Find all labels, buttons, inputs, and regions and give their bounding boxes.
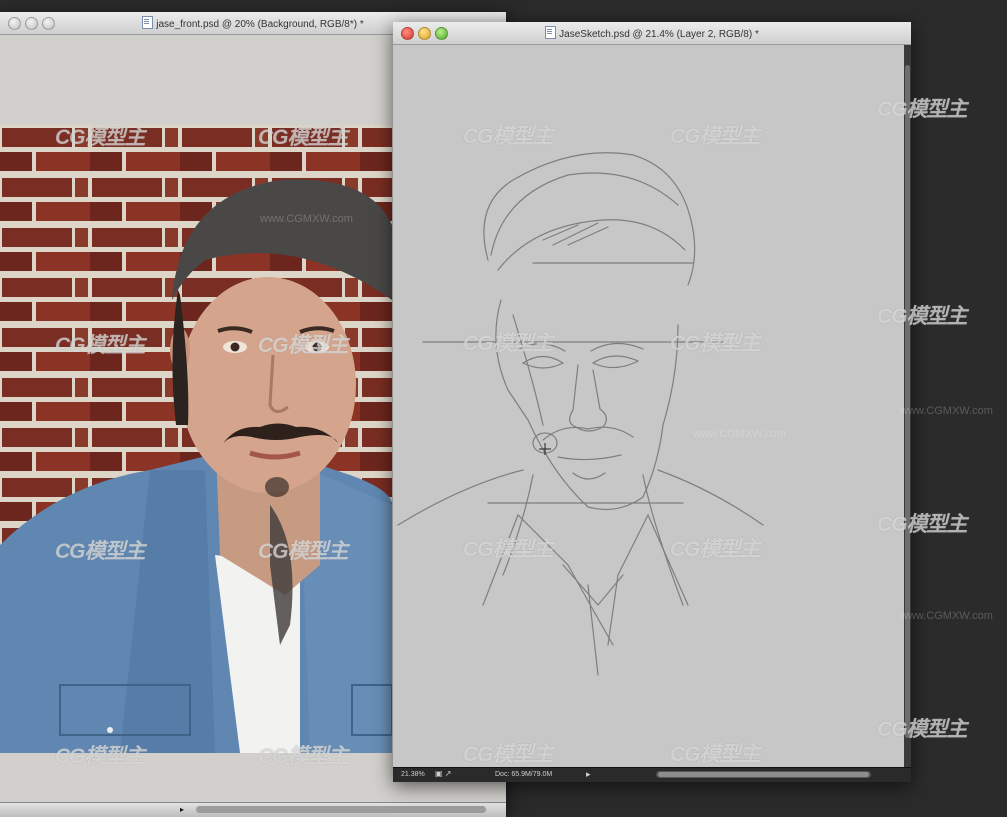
play-arrow-icon[interactable]: ▸: [180, 805, 184, 814]
zoom-level[interactable]: 21.38%: [401, 771, 425, 778]
watermark-logo: CG模型主: [877, 718, 967, 741]
photo-status-bar: ▸: [0, 802, 506, 817]
watermark-logo: CG模型主: [877, 98, 967, 121]
watermark-site: www.CGMXW.com: [693, 428, 786, 440]
sketch-window-titlebar[interactable]: JaseSketch.psd @ 21.4% (Layer 2, RGB/8) …: [393, 22, 911, 45]
watermark-logo: CG模型主: [670, 125, 760, 148]
doc-size[interactable]: Doc: 65.9M/79.0M: [495, 771, 552, 778]
scrollbar-thumb[interactable]: [658, 772, 869, 777]
watermark-logo: CG模型主: [670, 743, 760, 766]
watermark-logo: CG模型主: [877, 305, 967, 328]
watermark-site: www.CGMXW.com: [260, 213, 353, 225]
photo-window-title: jase_front.psd @ 20% (Background, RGB/8*…: [156, 19, 364, 30]
sketch-document-window[interactable]: JaseSketch.psd @ 21.4% (Layer 2, RGB/8) …: [393, 22, 911, 782]
watermark-logo: CG模型主: [258, 126, 348, 149]
watermark-logo: CG模型主: [258, 745, 348, 768]
sketch-window-title: JaseSketch.psd @ 21.4% (Layer 2, RGB/8) …: [559, 29, 759, 40]
watermark-site: www.CGMXW.com: [900, 405, 993, 417]
watermark-logo: CG模型主: [55, 540, 145, 563]
document-icon: [142, 16, 154, 29]
status-icons[interactable]: ▣ ↗: [435, 769, 451, 778]
watermark-logo: CG模型主: [463, 125, 553, 148]
status-menu-arrow-icon[interactable]: ▸: [586, 769, 591, 780]
watermark-logo: CG模型主: [670, 538, 760, 561]
sketch-canvas[interactable]: CG模型主 CG模型主 CG模型主 CG模型主 CG模型主 CG模型主 CG模型…: [393, 45, 904, 768]
watermark-logo: CG模型主: [258, 540, 348, 563]
horizontal-scrollbar[interactable]: [196, 806, 486, 813]
document-icon: [545, 26, 557, 39]
watermark-logo: CG模型主: [877, 513, 967, 536]
watermark-logo: CG模型主: [463, 332, 553, 355]
pencil-sketch: [397, 152, 764, 676]
watermark-logo: CG模型主: [463, 743, 553, 766]
watermark-logo: CG模型主: [55, 126, 145, 149]
scrollbar-thumb[interactable]: [905, 65, 910, 738]
watermark-logo: CG模型主: [670, 332, 760, 355]
sketch-status-bar: 21.38% ▣ ↗ Doc: 65.9M/79.0M ▸: [393, 767, 911, 782]
watermark-logo: CG模型主: [463, 538, 553, 561]
watermark-logo: CG模型主: [55, 334, 145, 357]
horizontal-scrollbar[interactable]: [656, 771, 871, 778]
watermark-site: www.CGMXW.com: [900, 610, 993, 622]
watermark-logo: CG模型主: [55, 745, 145, 768]
watermark-logo: CG模型主: [258, 334, 348, 357]
